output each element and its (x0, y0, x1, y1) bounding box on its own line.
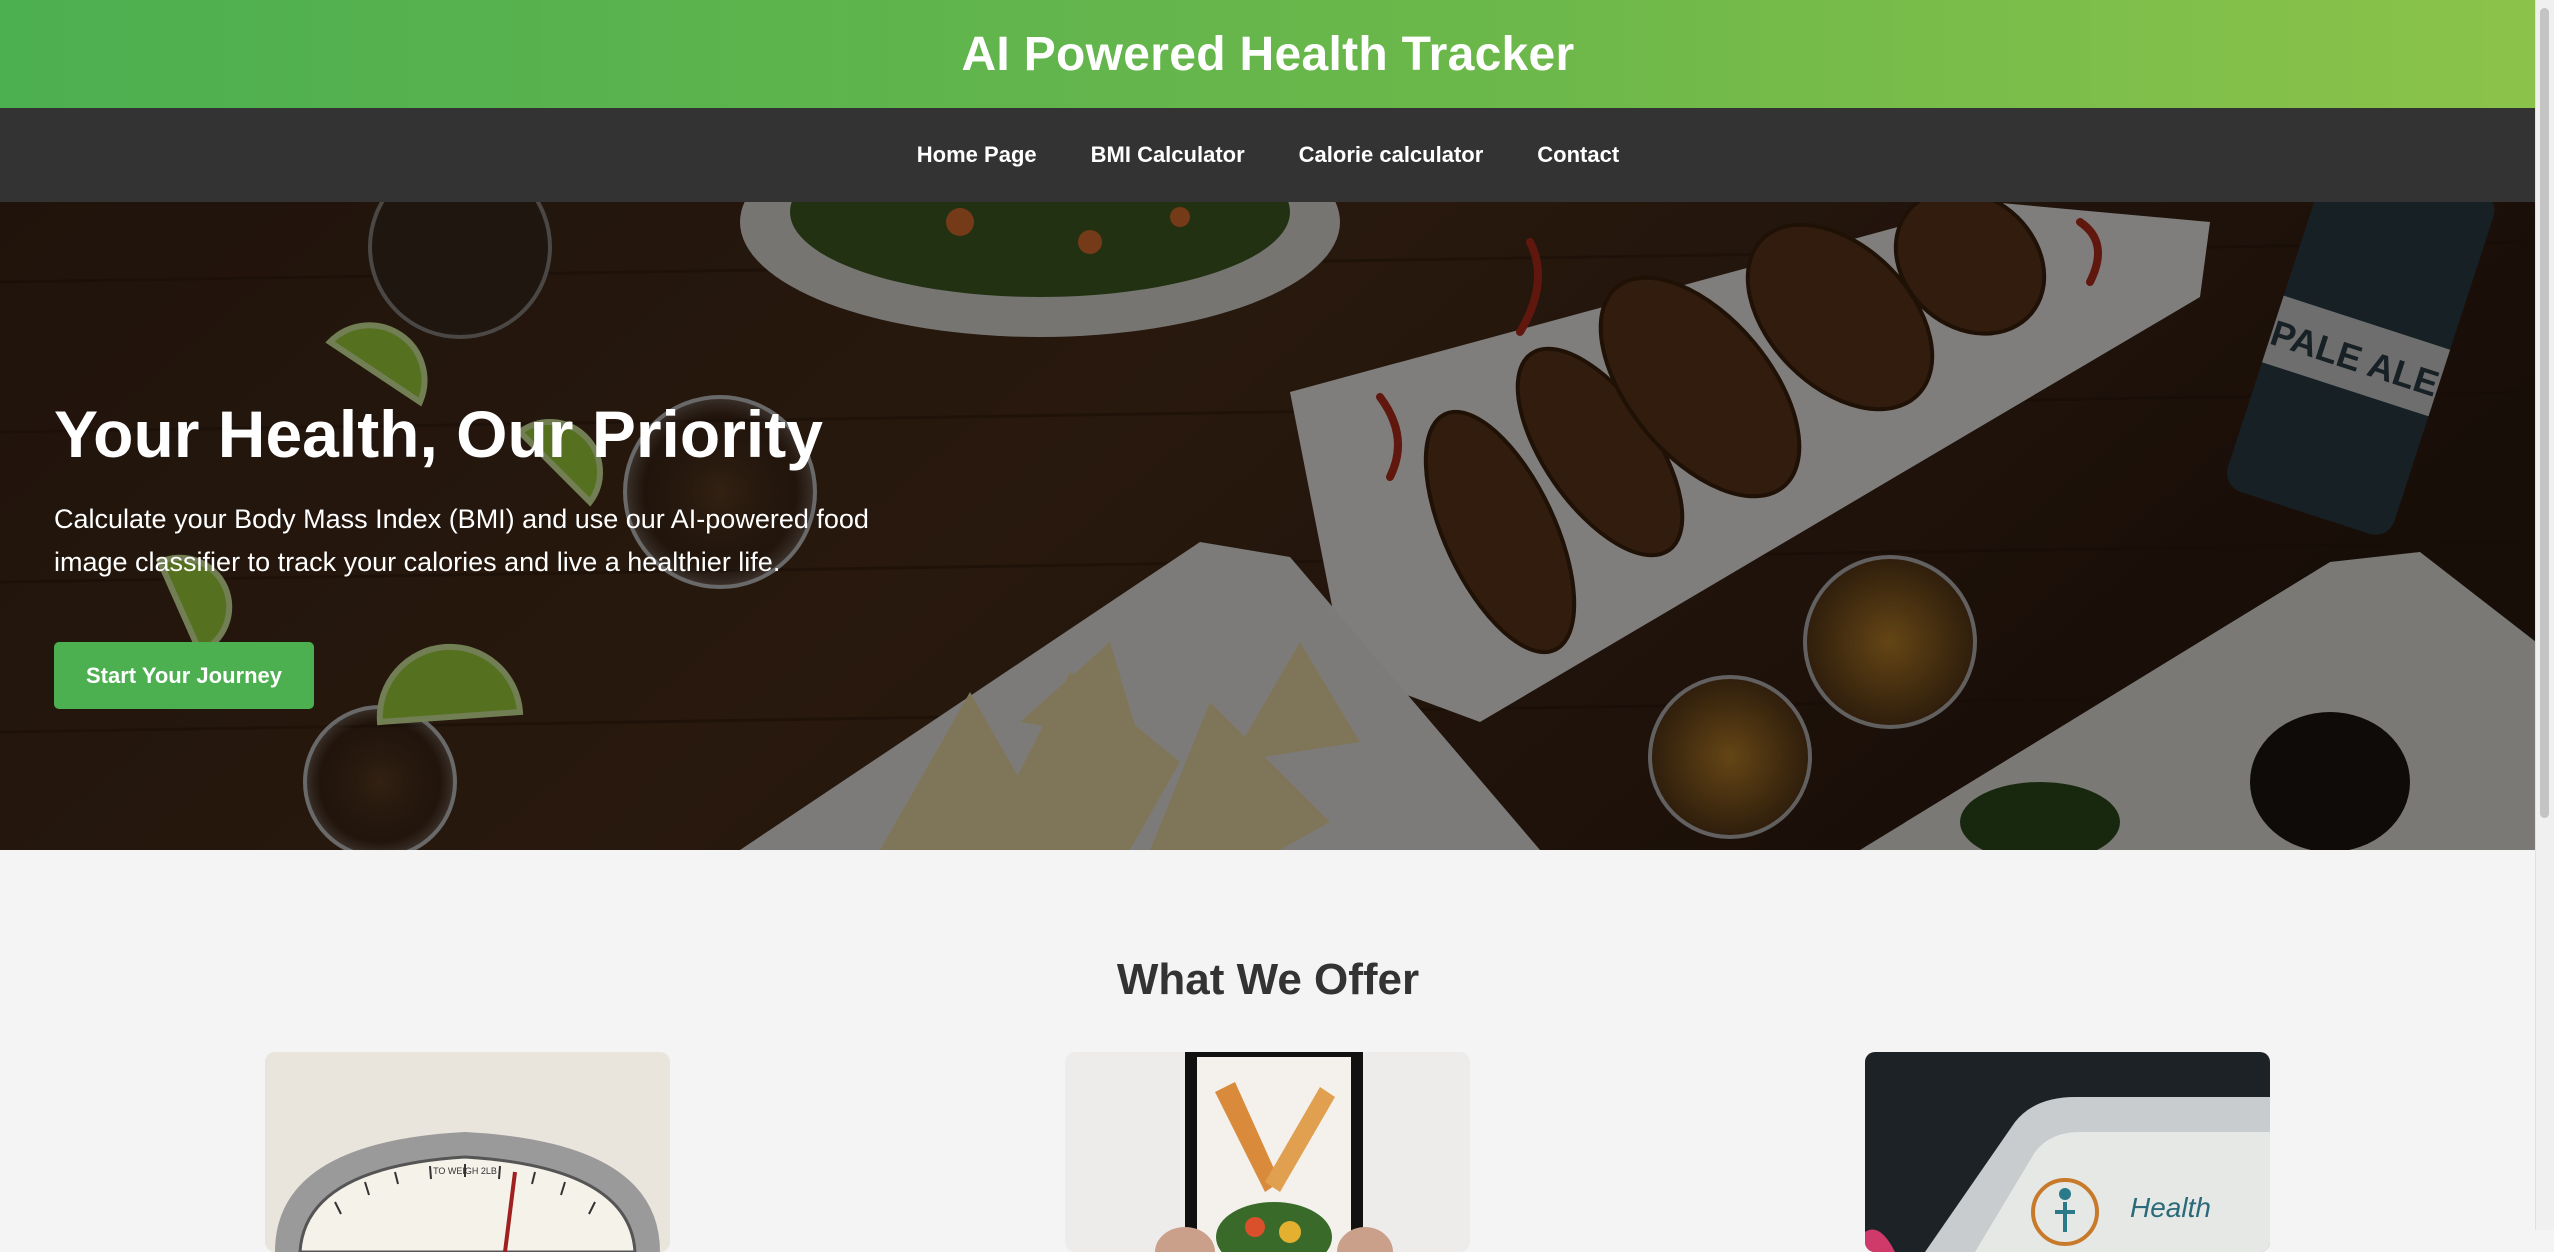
scale-image: TO WEIGH 2LB (265, 1052, 670, 1252)
offer-card-food-classifier[interactable] (1065, 1052, 1470, 1252)
hero-content: Your Health, Our Priority Calculate your… (54, 394, 954, 584)
phone-food-image (1065, 1052, 1470, 1252)
nav-contact[interactable]: Contact (1537, 142, 1619, 168)
nav-home[interactable]: Home Page (917, 142, 1037, 168)
start-journey-button[interactable]: Start Your Journey (54, 642, 314, 709)
svg-text:Health: Health (2130, 1192, 2211, 1223)
hero-description: Calculate your Body Mass Index (BMI) and… (54, 504, 869, 577)
scrollbar-thumb[interactable] (2540, 8, 2549, 818)
offer-section-title: What We Offer (1116, 955, 1420, 1004)
hero-title: Your Health, Our Priority (54, 397, 823, 471)
main-nav: Home Page BMI Calculator Calorie calcula… (0, 108, 2536, 202)
page-scrollbar[interactable] (2535, 0, 2554, 1230)
site-title: AI Powered Health Tracker (961, 27, 1575, 81)
offer-card-health-tracker[interactable]: Health (1865, 1052, 2270, 1252)
health-device-image: Health (1865, 1052, 2270, 1252)
nav-bmi-calculator[interactable]: BMI Calculator (1091, 142, 1245, 168)
hero-section: PALE ALE Your Health, Our Priority Calcu… (0, 202, 2536, 850)
nav-calorie-calculator[interactable]: Calorie calculator (1299, 142, 1484, 168)
site-header: AI Powered Health Tracker (0, 0, 2536, 108)
offer-card-bmi[interactable]: TO WEIGH 2LB (265, 1052, 670, 1252)
svg-text:TO WEIGH 2LB: TO WEIGH 2LB (433, 1166, 497, 1176)
